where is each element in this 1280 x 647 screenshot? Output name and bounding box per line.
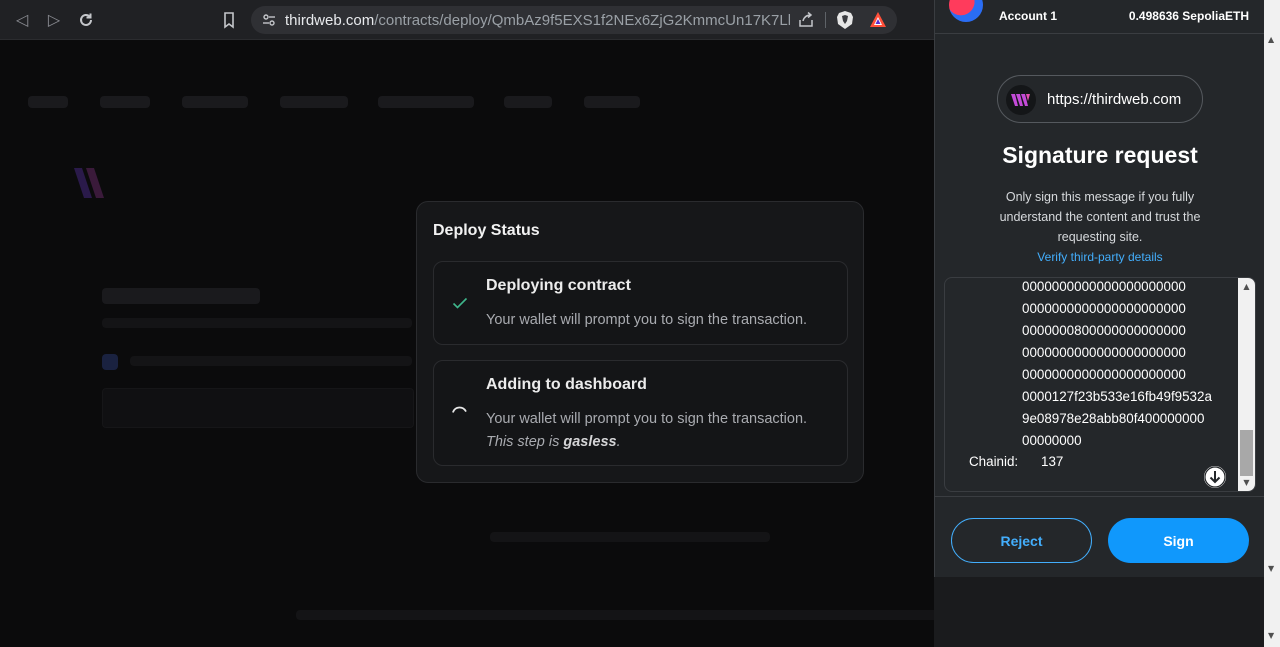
reload-icon[interactable] bbox=[76, 10, 96, 30]
message-line: 00000000 bbox=[1022, 433, 1082, 448]
scroll-up-arrow-icon[interactable]: ▲ bbox=[1242, 282, 1251, 291]
message-line: 0000000800000000000000 bbox=[1022, 323, 1186, 338]
step-description-block: Your wallet will prompt you to sign the … bbox=[486, 408, 807, 454]
note-bold: gasless bbox=[563, 434, 617, 450]
text-placeholder bbox=[102, 318, 412, 328]
nav-placeholder bbox=[378, 96, 474, 108]
gasless-note: This step is gasless. bbox=[486, 431, 807, 454]
thirdweb-logo-icon bbox=[64, 164, 108, 204]
section-heading-placeholder bbox=[102, 288, 260, 304]
message-line: 9e08978e28abb80f400000000 bbox=[1022, 411, 1205, 426]
message-line: 0000000000000000000000 bbox=[1022, 367, 1186, 382]
modal-title: Deploy Status bbox=[433, 222, 540, 239]
check-icon bbox=[450, 293, 470, 313]
scroll-down-arrow-icon[interactable]: ▼ bbox=[1268, 632, 1276, 640]
forward-icon[interactable]: ▷ bbox=[44, 10, 64, 30]
nav-placeholder bbox=[100, 96, 150, 108]
step-title: Deploying contract bbox=[486, 277, 631, 294]
site-settings-icon[interactable] bbox=[261, 12, 277, 28]
thirdweb-site-icon bbox=[1006, 85, 1036, 115]
spinner-icon bbox=[450, 403, 470, 423]
scroll-down-arrow-icon[interactable]: ▼ bbox=[1268, 565, 1276, 573]
share-icon[interactable] bbox=[797, 11, 815, 29]
step-adding-to-dashboard: Adding to dashboard Your wallet will pro… bbox=[433, 360, 848, 466]
scroll-down-arrow-icon[interactable]: ▼ bbox=[1242, 478, 1251, 487]
note-suffix: . bbox=[616, 434, 621, 450]
sign-button[interactable]: Sign bbox=[1108, 518, 1249, 563]
origin-url: https://thirdweb.com bbox=[1047, 91, 1182, 108]
wallet-footer: Reject Sign bbox=[935, 496, 1265, 577]
brave-shields-icon[interactable] bbox=[836, 10, 854, 30]
deploy-status-modal: Deploy Status Deploying contract Your wa… bbox=[416, 201, 864, 483]
message-line: 0000127f23b533e16fb49f9532a bbox=[1022, 389, 1212, 404]
wallet-popup: Account 1 0.498636 SepoliaETH https://th… bbox=[934, 0, 1265, 577]
nav-placeholder bbox=[182, 96, 248, 108]
origin-pill: https://thirdweb.com bbox=[997, 75, 1203, 123]
brave-rewards-icon[interactable] bbox=[868, 10, 888, 30]
footer-placeholder bbox=[296, 610, 940, 620]
link-placeholder bbox=[490, 532, 770, 542]
back-icon[interactable]: ◁ bbox=[12, 10, 32, 30]
step-description: Your wallet will prompt you to sign the … bbox=[486, 411, 808, 427]
reject-button[interactable]: Reject bbox=[951, 518, 1092, 563]
divider bbox=[825, 12, 826, 28]
wallet-header: Account 1 0.498636 SepoliaETH bbox=[935, 0, 1265, 34]
nav-placeholder bbox=[28, 96, 68, 108]
scroll-down-icon[interactable] bbox=[1203, 465, 1227, 489]
account-balance: 0.498636 SepoliaETH bbox=[1128, 9, 1249, 23]
browser-toolbar: ◁ ▷ thirdweb.com/contracts/deploy/QmbAz9… bbox=[0, 0, 935, 40]
note-prefix: This step is bbox=[486, 434, 564, 450]
url-text[interactable]: thirdweb.com/contracts/deploy/QmbAz9f5EX… bbox=[285, 12, 790, 29]
window-scrollbar[interactable]: ▲ ▼ ▼ bbox=[1264, 0, 1280, 647]
step-deploying-contract: Deploying contract Your wallet will prom… bbox=[433, 261, 848, 345]
step-description: Your wallet will prompt you to sign the … bbox=[486, 312, 808, 328]
text-placeholder bbox=[130, 356, 412, 366]
bookmark-icon[interactable] bbox=[219, 10, 239, 30]
address-bar[interactable]: thirdweb.com/contracts/deploy/QmbAz9f5EX… bbox=[251, 6, 897, 34]
signature-warning: Only sign this message if you fully unde… bbox=[999, 190, 1201, 244]
search-placeholder bbox=[102, 388, 414, 428]
message-line: 0000000000000000000000 bbox=[1022, 279, 1186, 294]
checkbox-placeholder bbox=[102, 354, 118, 370]
scrollbar-thumb[interactable] bbox=[1240, 430, 1253, 476]
nav-placeholder bbox=[280, 96, 348, 108]
url-path: /contracts/deploy/QmbAz9f5EXS1f2NEx6ZjG2… bbox=[374, 12, 790, 29]
backdrop-below-wallet bbox=[934, 577, 1264, 647]
chain-id-value: 137 bbox=[1041, 454, 1064, 469]
scroll-up-arrow-icon[interactable]: ▲ bbox=[1268, 36, 1276, 44]
account-name: Account 1 bbox=[999, 9, 1058, 23]
signature-request-title: Signature request bbox=[1002, 142, 1198, 168]
nav-placeholder bbox=[584, 96, 640, 108]
message-line: 0000000000000000000000 bbox=[1022, 345, 1186, 360]
step-title: Adding to dashboard bbox=[486, 376, 647, 393]
account-avatar[interactable] bbox=[949, 0, 983, 22]
message-line: 0000000000000000000000 bbox=[1022, 301, 1186, 316]
chain-id-label: Chainid: bbox=[969, 454, 1019, 469]
nav-placeholder bbox=[504, 96, 552, 108]
message-box[interactable]: 0000000000000000000000 00000000000000000… bbox=[944, 277, 1256, 492]
verify-third-party-link[interactable]: Verify third-party details bbox=[935, 250, 1265, 264]
message-data: 0000000000000000000000 00000000000000000… bbox=[1022, 278, 1212, 452]
url-host: thirdweb.com bbox=[285, 12, 375, 29]
